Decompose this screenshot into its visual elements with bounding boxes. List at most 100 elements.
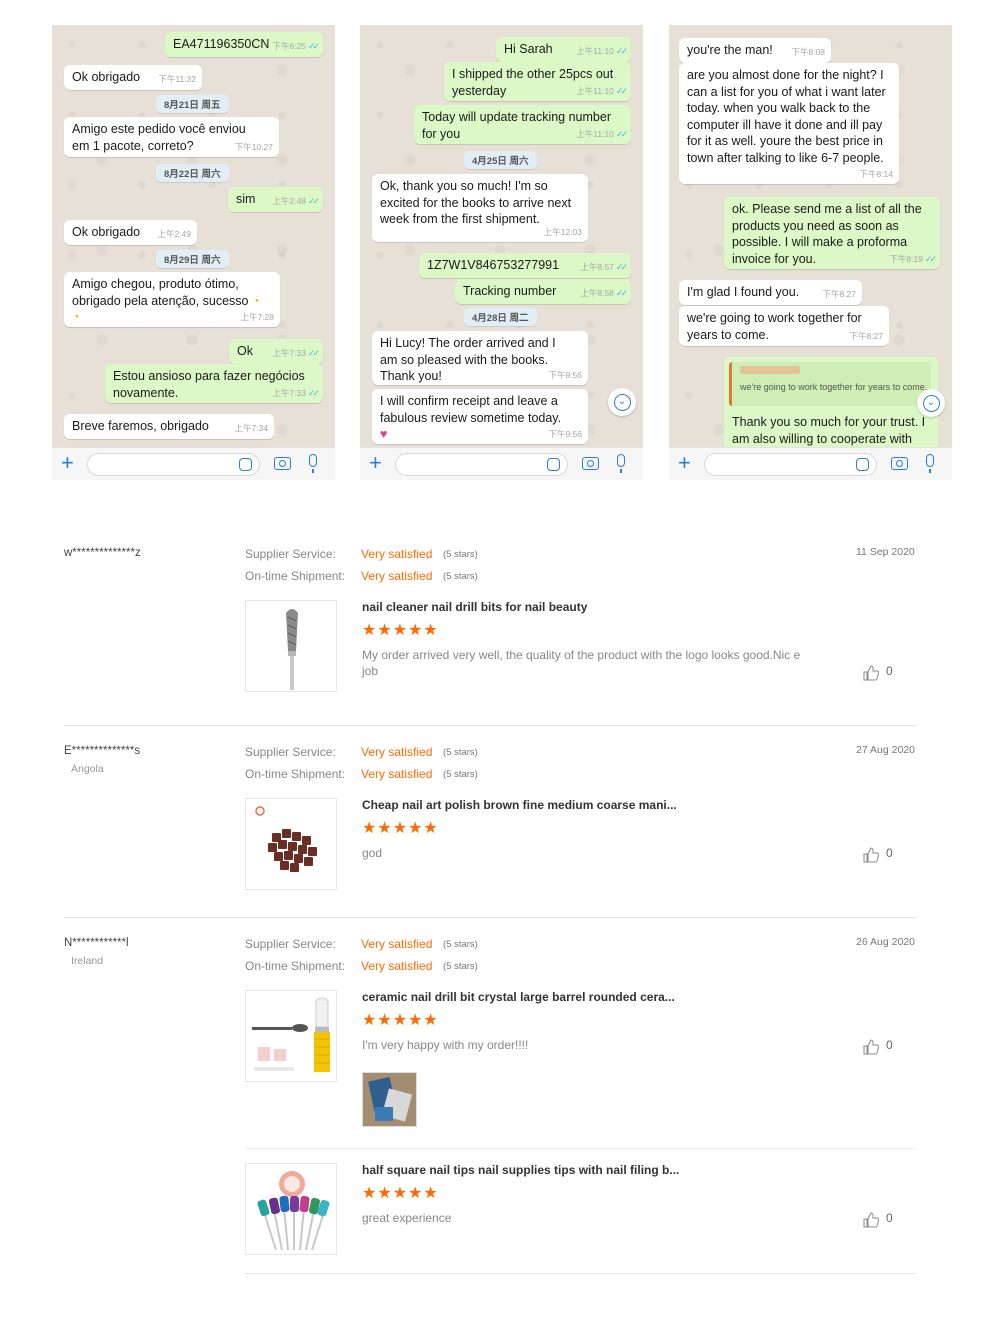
read-ticks-icon: ✓✓ <box>307 196 320 206</box>
microphone-icon[interactable] <box>926 454 934 473</box>
star-rating: ★★★★★ <box>362 622 439 639</box>
product-thumbnail[interactable] <box>245 990 337 1082</box>
product-title-link[interactable]: half square nail tips nail supplies tips… <box>362 1163 679 1177</box>
message-input[interactable] <box>704 453 877 476</box>
chat-message-incoming: are you almost done for the night? I can… <box>679 63 899 184</box>
read-ticks-icon: ✓✓ <box>615 85 628 96</box>
microphone-icon[interactable] <box>617 454 625 473</box>
supplier-star-count: (5 stars) <box>443 549 478 560</box>
sanding-bands-image <box>255 806 317 872</box>
sticker-icon[interactable] <box>547 458 560 471</box>
read-ticks-icon: ✓✓ <box>615 46 628 56</box>
supplier-service-rating: Very satisfied <box>361 745 433 759</box>
chat-message-outgoing: I shipped the other 25pcs out yesterday … <box>444 62 631 101</box>
chat-message-outgoing: ok. Please send me a list of all the pro… <box>724 197 940 269</box>
product-title-link[interactable]: Cheap nail art polish brown fine medium … <box>362 798 677 812</box>
chat-message-incoming: Ok obrigado 上午2:49 <box>64 220 197 245</box>
chat-message-outgoing-reply: we're going to work together for years t… <box>724 357 938 451</box>
reviewer-name: E**************s <box>64 745 141 757</box>
shipment-label: On-time Shipment: <box>245 959 346 973</box>
like-count: 0 <box>886 664 893 678</box>
chat-message-incoming: Breve faremos, obrigado 上午7:34 <box>64 414 274 439</box>
plus-icon[interactable]: + <box>369 451 382 475</box>
product-title-link[interactable]: nail cleaner nail drill bits for nail be… <box>362 600 587 614</box>
star-rating: ★★★★★ <box>362 1012 439 1029</box>
product-thumbnail[interactable] <box>245 600 337 692</box>
read-ticks-icon: ✓✓ <box>307 41 320 51</box>
heart-emoji-icon: ♥ <box>380 427 388 441</box>
chat-input-bar: + <box>360 447 643 480</box>
chat-message-incoming: I will confirm receipt and leave a fabul… <box>372 389 588 444</box>
chat-message-incoming: Amigo chegou, produto ótimo, obrigado pe… <box>64 272 280 327</box>
date-separator: 8月29日 周六 <box>156 250 229 268</box>
like-count: 0 <box>886 1211 893 1225</box>
chat-message-incoming: Hi Lucy! The order arrived and I am so p… <box>372 331 588 385</box>
divider <box>64 725 916 726</box>
supplier-star-count: (5 stars) <box>443 939 478 950</box>
chat-message-incoming: I'm glad I found you. 下午8:27 <box>679 280 862 305</box>
message-input[interactable] <box>395 453 568 476</box>
quoted-sender-name <box>740 366 800 374</box>
chevron-down-icon: ⌄ <box>613 394 631 412</box>
chat-message-incoming: Amigo este pedido você enviou em 1 pacot… <box>64 117 279 157</box>
microphone-icon[interactable] <box>309 454 317 473</box>
read-ticks-icon: ✓✓ <box>307 387 320 398</box>
star-rating: ★★★★★ <box>362 1185 439 1202</box>
review-comment: god <box>362 846 383 860</box>
quoted-message: we're going to work together for years t… <box>729 362 931 406</box>
chat-input-bar: + <box>52 447 335 480</box>
review-date: 11 Sep 2020 <box>856 546 915 558</box>
date-separator: 4月25日 周六 <box>464 151 537 169</box>
date-separator: 8月22日 周六 <box>156 164 229 182</box>
chevron-down-icon: ⌄ <box>922 395 940 413</box>
star-rating: ★★★★★ <box>362 820 439 837</box>
sticker-icon[interactable] <box>239 458 252 471</box>
chat-screenshot-2: Hi Sarah 上午11:10 ✓✓ I shipped the other 2… <box>360 25 643 480</box>
thumbs-up-icon[interactable] <box>863 847 879 863</box>
shipment-star-count: (5 stars) <box>443 961 478 972</box>
scroll-down-button[interactable]: ⌄ <box>608 388 636 416</box>
divider <box>64 917 916 918</box>
read-ticks-icon: ✓✓ <box>924 253 937 264</box>
reviewer-name: N************l <box>64 937 129 949</box>
review-comment: My order arrived very well, the quality … <box>362 648 801 678</box>
camera-icon[interactable] <box>891 457 908 470</box>
product-thumbnail[interactable] <box>245 1163 337 1255</box>
shipment-rating: Very satisfied <box>361 959 433 973</box>
sticker-icon[interactable] <box>856 458 869 471</box>
shipment-label: On-time Shipment: <box>245 569 346 583</box>
read-ticks-icon: ✓✓ <box>615 288 628 298</box>
review-comment: great experience <box>362 1211 452 1225</box>
plus-icon[interactable]: + <box>61 451 74 475</box>
plus-icon[interactable]: + <box>678 451 691 475</box>
divider <box>245 1148 916 1149</box>
chat-message-outgoing: sim 上午2:48 ✓✓ <box>228 187 323 212</box>
shipment-star-count: (5 stars) <box>443 571 478 582</box>
package-photo-image <box>363 1073 416 1126</box>
chat-message-outgoing: Estou ansioso para fazer negócios novame… <box>105 364 323 403</box>
camera-icon[interactable] <box>582 457 599 470</box>
thumbs-up-icon[interactable] <box>863 1039 879 1055</box>
chat-message-incoming: we're going to work together for years t… <box>679 306 889 346</box>
scroll-down-button[interactable]: ⌄ <box>917 389 945 417</box>
product-thumbnail[interactable] <box>245 798 337 890</box>
product-title-link[interactable]: ceramic nail drill bit crystal large bar… <box>362 990 675 1004</box>
review-comment: I'm very happy with my order!!!! <box>362 1038 529 1052</box>
thumbs-up-icon[interactable] <box>863 665 879 681</box>
read-ticks-icon: ✓✓ <box>615 262 628 272</box>
chat-input-bar: + <box>669 447 952 480</box>
chat-message-incoming: Ok obrigado 下午11:32 <box>64 65 202 90</box>
supplier-service-label: Supplier Service: <box>245 937 336 951</box>
drill-bit-image <box>286 609 298 690</box>
shipment-rating: Very satisfied <box>361 767 433 781</box>
message-input[interactable] <box>87 453 260 476</box>
chat-message-outgoing: Tracking number 上午8:58 ✓✓ <box>455 279 631 304</box>
supplier-service-rating: Very satisfied <box>361 547 433 561</box>
chat-message-outgoing: 1Z7W1V846753277991 上午8:57 ✓✓ <box>419 253 631 278</box>
like-count: 0 <box>886 1038 893 1052</box>
date-separator: 8月21日 周五 <box>156 95 229 113</box>
shipment-rating: Very satisfied <box>361 569 433 583</box>
camera-icon[interactable] <box>274 457 291 470</box>
customer-photo[interactable] <box>362 1072 417 1127</box>
thumbs-up-icon[interactable] <box>863 1212 879 1228</box>
